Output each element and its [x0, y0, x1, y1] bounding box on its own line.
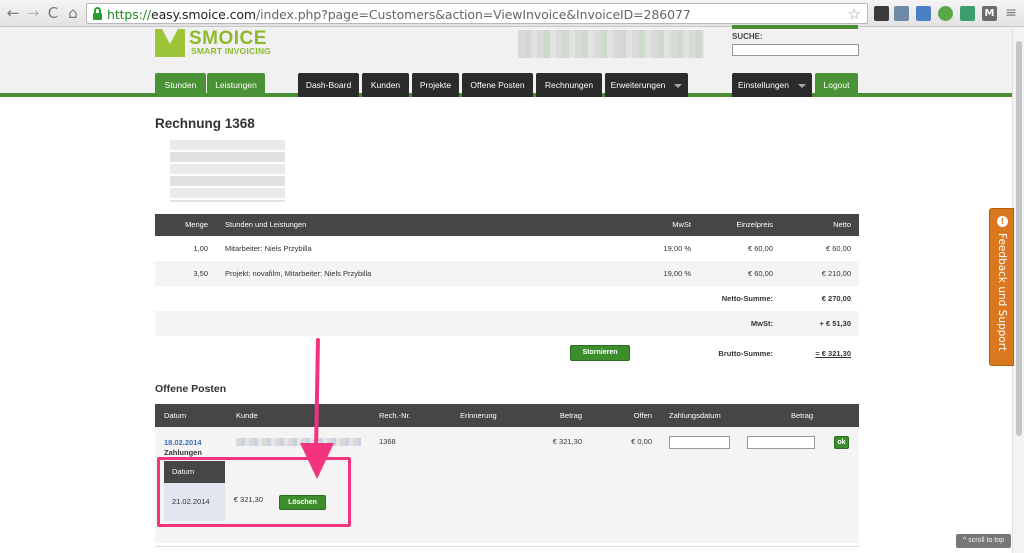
col-betrag-zahlung: Betrag [791, 411, 814, 420]
cell-beschreibung: Projekt: novafilm, Mitarbeiter: Niels Pr… [225, 269, 372, 278]
chevron-down-icon [674, 83, 683, 88]
ok-button[interactable]: ok [834, 436, 849, 449]
cell-menge: 1,00 [193, 244, 208, 253]
col-erinnerung: Erinnerung [460, 411, 497, 420]
tab-rechnungen[interactable]: Rechnungen [536, 73, 602, 97]
table-row: 3,50 Projekt: novafilm, Mitarbeiter: Nie… [155, 261, 859, 286]
col-datum: Datum [164, 411, 187, 420]
zahlungen-label: Zahlungen [164, 448, 202, 457]
chevron-down-icon [798, 83, 807, 88]
section-title-offene-posten: Offene Posten [155, 383, 227, 395]
tab-leistungen[interactable]: Leistungen [207, 73, 265, 97]
user-info-blurred [518, 30, 704, 58]
cell-einzelpreis: € 60,00 [747, 244, 773, 253]
feedback-support-label: Feedback und Support [996, 233, 1008, 352]
netto-summe-row: Netto-Summe: € 270,00 [155, 286, 859, 311]
tab-einstellungen-label: Einstellungen [737, 80, 790, 90]
scroll-to-top-button[interactable]: ^ scroll to top [956, 534, 1011, 548]
search-label: SUCHE: [732, 32, 763, 41]
tab-offene-posten[interactable]: Offene Posten [462, 73, 533, 97]
invoice-date-link[interactable]: 18.02.2014 [164, 438, 202, 447]
url-text[interactable]: https://easy.smoice.com/index.php?page=C… [107, 7, 691, 22]
header-accent [732, 25, 858, 29]
col-menge: Menge [185, 220, 208, 229]
logo-tagline: SMART INVOICING [191, 46, 271, 56]
tab-dash-board[interactable]: Dash-Board [298, 73, 359, 97]
col-zahlungsdatum: Zahlungsdatum [669, 411, 721, 420]
netto-summe-value: € 270,00 [821, 294, 851, 303]
rech-nr-value: 1368 [379, 437, 396, 446]
cell-mwst: 19,00 % [663, 269, 691, 278]
mwst-label: MwSt: [750, 319, 773, 328]
page-title: Rechnung 1368 [155, 116, 255, 131]
search-input[interactable] [732, 44, 859, 56]
tab-erweiterungen-label: Erweiterungen [610, 80, 666, 90]
col-kunde: Kunde [236, 411, 258, 420]
divider [155, 546, 859, 547]
address-bar[interactable]: https://easy.smoice.com/index.php?page=C… [86, 3, 868, 24]
zahlungsdatum-input[interactable] [669, 436, 730, 449]
col-einzelpreis: Einzelpreis [736, 220, 773, 229]
extension-icon[interactable] [894, 6, 909, 21]
offene-posten-header: Datum Kunde Rech.-Nr. Erinnerung Betrag … [155, 404, 859, 427]
extension-icon[interactable] [960, 6, 975, 21]
megaphone-icon: ! [997, 216, 1008, 227]
feedback-support-tab[interactable]: ! Feedback und Support [989, 208, 1014, 366]
cell-einzelpreis: € 60,00 [747, 269, 773, 278]
zahlungsbetrag-input[interactable] [747, 436, 815, 449]
mwst-row: MwSt: + € 51,30 [155, 311, 859, 336]
netto-summe-label: Netto-Summe: [721, 294, 773, 303]
brutto-summe-value: = € 321,30 [815, 349, 851, 358]
tab-einstellungen[interactable]: Einstellungen [732, 73, 812, 97]
forward-icon[interactable]: → [24, 4, 42, 22]
home-icon[interactable]: ⌂ [64, 4, 82, 22]
tab-erweiterungen[interactable]: Erweiterungen [605, 73, 688, 97]
extension-icon[interactable]: M [982, 6, 997, 21]
extension-icon[interactable] [938, 6, 953, 21]
bookmark-star-icon[interactable]: ☆ [848, 5, 861, 23]
logo-mark-icon [155, 29, 185, 57]
extension-icon[interactable] [874, 6, 889, 21]
extension-icon[interactable] [916, 6, 931, 21]
mwst-value: + € 51,30 [819, 319, 852, 328]
scrollbar-thumb[interactable] [1016, 41, 1022, 436]
cell-menge: 3,50 [193, 269, 208, 278]
lock-icon [93, 7, 102, 20]
tab-stunden[interactable]: Stunden [155, 73, 206, 97]
col-beschreibung: Stunden und Leistungen [225, 220, 307, 229]
stornieren-button[interactable]: Stornieren [570, 345, 630, 361]
browser-toolbar: ← → C ⌂ https://easy.smoice.com/index.ph… [0, 0, 1024, 27]
reload-icon[interactable]: C [44, 4, 62, 22]
cell-beschreibung: Mitarbeiter: Niels Przybilla [225, 244, 312, 253]
tab-projekte[interactable]: Projekte [412, 73, 459, 97]
invoice-table-header: Menge Stunden und Leistungen MwSt Einzel… [155, 214, 859, 236]
brutto-summe-label: Brutto-Summe: [718, 349, 773, 358]
col-betrag: Betrag [559, 411, 582, 420]
col-rech-nr: Rech.-Nr. [379, 411, 411, 420]
col-mwst: MwSt [672, 220, 691, 229]
offen-value: € 0,00 [631, 437, 652, 446]
site-header: SMOICE SMART INVOICING SUCHE: Stunden Le… [0, 25, 1012, 97]
betrag-value: € 321,30 [552, 437, 582, 446]
tab-kunden[interactable]: Kunden [362, 73, 409, 97]
customer-name-blurred[interactable] [236, 438, 361, 446]
col-offen: Offen [633, 411, 652, 420]
col-netto: Netto [833, 220, 851, 229]
customer-address-blurred [170, 140, 285, 202]
cell-netto: € 60,00 [825, 244, 851, 253]
brutto-summe-row: Brutto-Summe: = € 321,30 [155, 341, 859, 366]
cell-mwst: 19,00 % [663, 244, 691, 253]
annotation-highlight-box [157, 457, 351, 527]
logo[interactable]: SMOICE SMART INVOICING [155, 28, 300, 59]
logout-button[interactable]: Logout [815, 73, 858, 97]
table-row: 1,00 Mitarbeiter: Niels Przybilla 19,00 … [155, 236, 859, 261]
menu-icon[interactable]: ≡ [1002, 4, 1020, 22]
back-icon[interactable]: ← [4, 4, 22, 22]
cell-netto: € 210,00 [821, 269, 851, 278]
